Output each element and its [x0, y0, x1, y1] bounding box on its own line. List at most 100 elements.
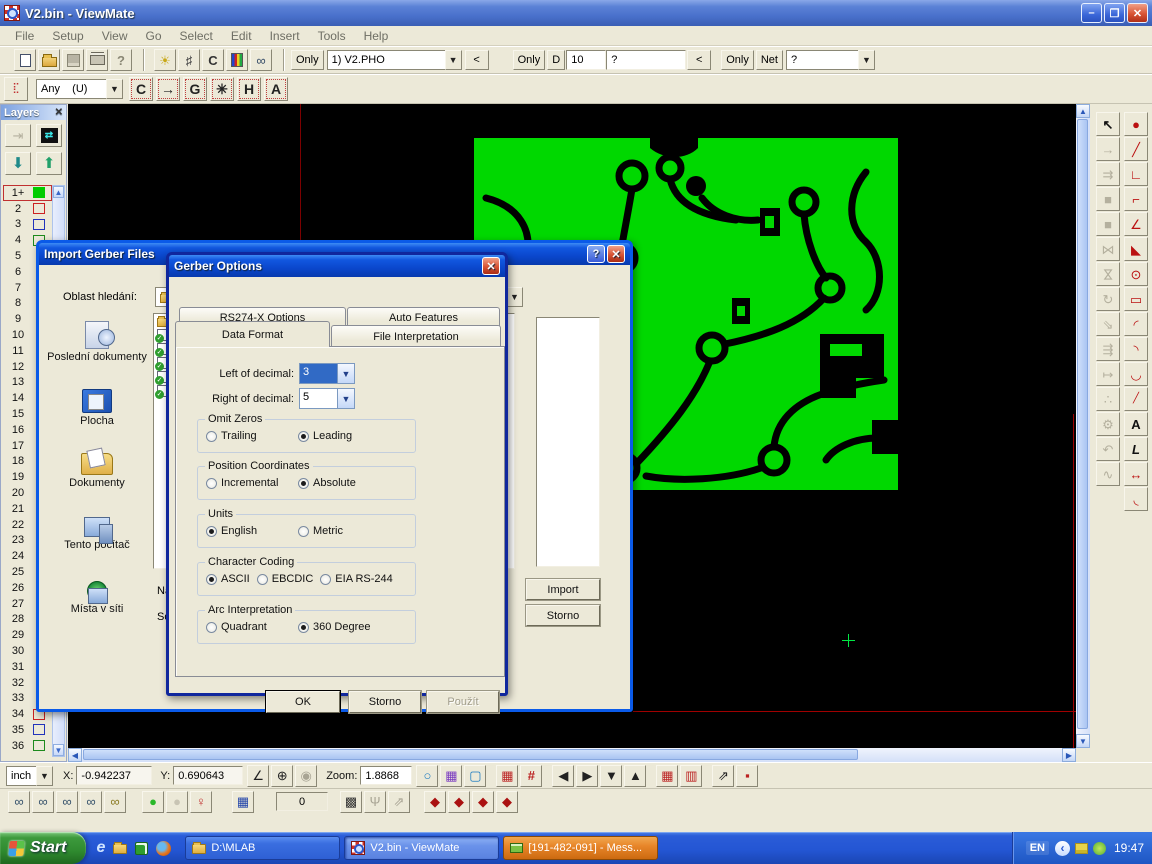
- snap-to-flash-button[interactable]: →: [1096, 137, 1120, 161]
- move-offset-button[interactable]: ↦: [1096, 362, 1120, 386]
- select-text-button[interactable]: A: [264, 77, 288, 101]
- radio-english[interactable]: English: [206, 525, 294, 537]
- rotate-button[interactable]: ↻: [1096, 287, 1120, 311]
- view-pads-button[interactable]: ∞: [56, 791, 78, 813]
- scroll-up-button[interactable]: ▲: [1076, 104, 1090, 118]
- radio-eia-rs-244[interactable]: EIA RS-244: [320, 573, 392, 585]
- draw-corner-button[interactable]: ∟: [1124, 162, 1148, 186]
- tab-data-format[interactable]: Data Format: [175, 321, 330, 347]
- grid-offset-button[interactable]: ▥: [680, 765, 702, 787]
- firefox-icon[interactable]: [156, 841, 171, 856]
- aperture-column-button[interactable]: ♯: [178, 49, 200, 71]
- menu-help[interactable]: Help: [355, 27, 398, 45]
- layer-up-button[interactable]: ⬆: [36, 152, 62, 175]
- radio-ebcdic[interactable]: EBCDIC: [257, 573, 314, 585]
- select-flash-button[interactable]: ✳: [210, 77, 234, 101]
- pad-mirror-button[interactable]: ◆: [496, 791, 518, 813]
- grid-fine-button[interactable]: ▦: [496, 765, 518, 787]
- layer-combo[interactable]: 1) V2.PHO ▼: [327, 50, 462, 70]
- layer-color-swatch[interactable]: [33, 187, 45, 198]
- radio-trailing[interactable]: Trailing: [206, 430, 294, 442]
- pad-table-button[interactable]: ▦: [232, 791, 254, 813]
- radio-absolute[interactable]: Absolute: [298, 477, 386, 489]
- dcode-value-field[interactable]: 10: [566, 50, 606, 70]
- zoom-grid-button[interactable]: ▦: [440, 765, 462, 787]
- scroll-left-button[interactable]: ◀: [68, 748, 82, 762]
- context-help-button[interactable]: ?: [110, 49, 132, 71]
- pan-up-button[interactable]: ▲: [624, 765, 646, 787]
- layer-down-button[interactable]: ⬇: [5, 152, 31, 175]
- view-lines-button[interactable]: ∞: [32, 791, 54, 813]
- import-button[interactable]: Import: [526, 579, 600, 600]
- menu-edit[interactable]: Edit: [222, 27, 261, 45]
- select-gerber-button[interactable]: G: [183, 77, 207, 101]
- origin-crosshair-button[interactable]: ⊕: [271, 765, 293, 787]
- chevron-down-icon[interactable]: ▼: [506, 287, 523, 307]
- smooth-path-button[interactable]: ∿: [1096, 462, 1120, 486]
- vscroll-thumb[interactable]: [1077, 119, 1088, 729]
- cursor-select-button[interactable]: ↖: [1096, 112, 1120, 136]
- radio-button-icon[interactable]: [298, 622, 309, 633]
- task-message[interactable]: [191-482-091] - Mess...: [503, 836, 658, 860]
- close-button[interactable]: ✕: [1127, 3, 1148, 23]
- menu-insert[interactable]: Insert: [261, 27, 309, 45]
- zoom-field[interactable]: 1.8868: [360, 766, 412, 785]
- flash-select-button[interactable]: ◆: [424, 791, 446, 813]
- layer-row-2[interactable]: 2: [3, 201, 52, 217]
- select-region-button[interactable]: ▪: [736, 765, 758, 787]
- print-button[interactable]: [86, 49, 108, 71]
- menu-tools[interactable]: Tools: [309, 27, 355, 45]
- place-network-places[interactable]: Místa v síti: [47, 581, 147, 615]
- help-button[interactable]: ?: [587, 245, 605, 263]
- place-recent-documents[interactable]: Poslední dokumenty: [47, 321, 147, 363]
- layer-setup-button[interactable]: ⇄: [36, 124, 62, 147]
- chevron-down-icon[interactable]: ▼: [445, 50, 462, 70]
- radio-button-icon[interactable]: [320, 574, 331, 585]
- align-pads-button[interactable]: ∴: [1096, 387, 1120, 411]
- radio-button-icon[interactable]: [206, 574, 217, 585]
- draw-outline-button[interactable]: ⌐: [1124, 187, 1148, 211]
- folder-icon[interactable]: [113, 844, 127, 854]
- draw-dimension-button[interactable]: ↔: [1124, 462, 1148, 486]
- close-button[interactable]: ✕: [607, 245, 625, 263]
- new-document-button[interactable]: [14, 49, 36, 71]
- relative-move-button[interactable]: ⇗: [388, 791, 410, 813]
- radio-ascii[interactable]: ASCII: [206, 573, 250, 585]
- circle-select-button[interactable]: C: [202, 49, 224, 71]
- step-repeat-button[interactable]: ⇶: [1096, 337, 1120, 361]
- scroll-up-button[interactable]: ▲: [53, 186, 64, 198]
- undo-shape-button[interactable]: ↶: [1096, 437, 1120, 461]
- radio-button-icon[interactable]: [257, 574, 268, 585]
- measure-view-button[interactable]: ∞: [250, 49, 272, 71]
- radio-quadrant[interactable]: Quadrant: [206, 621, 294, 633]
- draw-angle-button[interactable]: ∠: [1124, 212, 1148, 236]
- select-filter-button[interactable]: ⣏: [4, 77, 28, 101]
- scale-button[interactable]: ⇘: [1096, 312, 1120, 336]
- layer-color-swatch[interactable]: [33, 219, 45, 230]
- radio-button-icon[interactable]: [206, 526, 217, 537]
- layer-row-1[interactable]: 1+: [3, 185, 52, 201]
- cancel-button[interactable]: Storno: [349, 691, 421, 713]
- open-file-button[interactable]: [38, 49, 60, 71]
- layer-color-swatch[interactable]: [33, 203, 45, 214]
- close-button[interactable]: ✕: [482, 257, 500, 275]
- lamp-off-button[interactable]: ●: [166, 791, 188, 813]
- pan-right-button[interactable]: ▶: [576, 765, 598, 787]
- place-desktop[interactable]: Plocha: [47, 389, 147, 427]
- draw-rectangle-button[interactable]: ▭: [1124, 287, 1148, 311]
- draw-freehand-button[interactable]: ╱: [1124, 387, 1148, 411]
- snap-origin-button[interactable]: ◉: [295, 765, 317, 787]
- draw-pad-button[interactable]: ●: [1124, 112, 1148, 136]
- chevron-down-icon[interactable]: ▼: [106, 79, 123, 99]
- view-traces-button[interactable]: ∞: [80, 791, 102, 813]
- task-viewmate[interactable]: V2.bin - ViewMate: [344, 836, 499, 860]
- highlight-lamp-button[interactable]: ●: [142, 791, 164, 813]
- layer-row-35[interactable]: 35: [3, 722, 52, 738]
- draw-text-button[interactable]: A: [1124, 412, 1148, 436]
- probe-button[interactable]: ♀: [190, 791, 212, 813]
- zoom-window-button[interactable]: ▢: [464, 765, 486, 787]
- radio-metric[interactable]: Metric: [298, 525, 386, 537]
- filled-rect2-button[interactable]: ■: [1096, 212, 1120, 236]
- pad-rotate-button[interactable]: ◆: [472, 791, 494, 813]
- dot-grid-button[interactable]: ▩: [340, 791, 362, 813]
